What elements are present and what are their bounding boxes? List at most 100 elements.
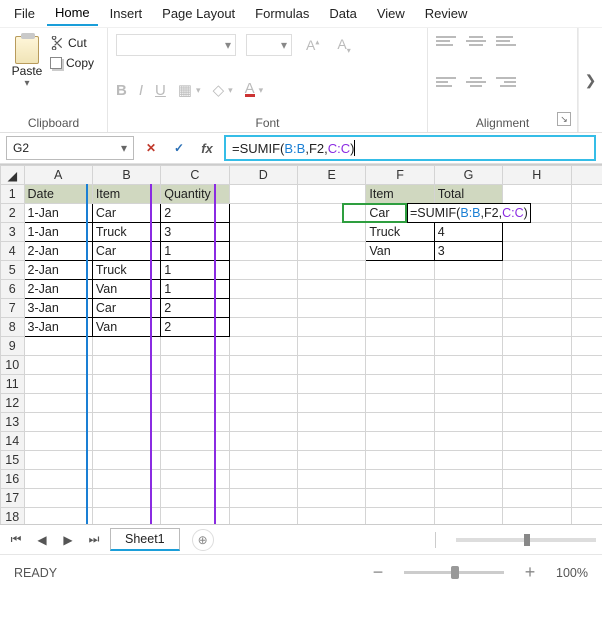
cell[interactable]: [503, 337, 571, 356]
cell[interactable]: 3: [434, 242, 502, 261]
row-header[interactable]: 14: [1, 432, 25, 451]
sheet-nav-first[interactable]: ⏮: [6, 532, 26, 547]
menu-insert[interactable]: Insert: [102, 2, 151, 25]
cell[interactable]: [571, 280, 602, 299]
cell[interactable]: [229, 394, 297, 413]
cell[interactable]: [503, 508, 571, 525]
cell[interactable]: [229, 280, 297, 299]
zoom-thumb[interactable]: [451, 566, 459, 579]
cell[interactable]: 3-Jan: [24, 318, 92, 337]
cell[interactable]: 2: [161, 204, 229, 223]
cell[interactable]: [503, 185, 571, 204]
cell[interactable]: [24, 356, 92, 375]
cell[interactable]: [298, 489, 366, 508]
row-header[interactable]: 3: [1, 223, 25, 242]
cell[interactable]: [503, 261, 571, 280]
cell[interactable]: [434, 375, 502, 394]
cell[interactable]: [366, 451, 434, 470]
cell[interactable]: [298, 242, 366, 261]
row-header[interactable]: 15: [1, 451, 25, 470]
cell[interactable]: [298, 432, 366, 451]
cell[interactable]: Item: [366, 185, 434, 204]
cell[interactable]: [92, 356, 160, 375]
cell[interactable]: Quantity: [161, 185, 229, 204]
col-header-H[interactable]: H: [503, 166, 571, 185]
col-header-F[interactable]: F: [366, 166, 434, 185]
cell[interactable]: [434, 280, 502, 299]
cell[interactable]: [571, 470, 602, 489]
cell[interactable]: [229, 451, 297, 470]
cell[interactable]: [434, 318, 502, 337]
cell[interactable]: [503, 470, 571, 489]
name-box[interactable]: G2 ▾: [6, 136, 134, 160]
cell[interactable]: [571, 413, 602, 432]
menu-page-layout[interactable]: Page Layout: [154, 2, 243, 25]
underline-button[interactable]: U: [155, 82, 166, 99]
cell[interactable]: [503, 318, 571, 337]
cell[interactable]: [298, 223, 366, 242]
sheet-tab[interactable]: Sheet1: [110, 528, 180, 551]
cell[interactable]: 2: [161, 318, 229, 337]
cell[interactable]: Truck: [92, 223, 160, 242]
cell[interactable]: [24, 375, 92, 394]
chevron-down-icon[interactable]: ▾: [24, 78, 29, 89]
cell[interactable]: [229, 413, 297, 432]
paste-button[interactable]: Paste ▾: [8, 32, 46, 89]
cancel-button[interactable]: ✕: [140, 137, 162, 159]
align-bottom-button[interactable]: [496, 36, 516, 52]
decrease-font-button[interactable]: A▾: [333, 36, 354, 55]
cell[interactable]: [434, 299, 502, 318]
align-middle-button[interactable]: [466, 36, 486, 52]
cell[interactable]: [229, 299, 297, 318]
cell[interactable]: 2: [161, 299, 229, 318]
row-header[interactable]: 16: [1, 470, 25, 489]
cell[interactable]: [161, 413, 229, 432]
row-header[interactable]: 4: [1, 242, 25, 261]
zoom-in-button[interactable]: +: [522, 562, 538, 583]
cell[interactable]: [571, 261, 602, 280]
cell[interactable]: [366, 261, 434, 280]
cell[interactable]: [503, 356, 571, 375]
col-header-C[interactable]: C: [161, 166, 229, 185]
cell[interactable]: [503, 451, 571, 470]
cell[interactable]: [229, 185, 297, 204]
col-header-B[interactable]: B: [92, 166, 160, 185]
cell[interactable]: [571, 394, 602, 413]
cell[interactable]: [434, 470, 502, 489]
cell[interactable]: [24, 508, 92, 525]
menu-review[interactable]: Review: [417, 2, 476, 25]
row-header[interactable]: 8: [1, 318, 25, 337]
cell[interactable]: [24, 432, 92, 451]
cell[interactable]: 2-Jan: [24, 261, 92, 280]
cell[interactable]: [92, 375, 160, 394]
scroll-thumb[interactable]: [524, 534, 530, 546]
row-header[interactable]: 12: [1, 394, 25, 413]
col-header-D[interactable]: D: [229, 166, 297, 185]
align-top-button[interactable]: [436, 36, 456, 52]
cell[interactable]: Van: [92, 280, 160, 299]
sheet-nav-last[interactable]: ⏭: [84, 532, 104, 547]
dialog-launcher-icon[interactable]: ↘: [557, 112, 571, 126]
cell[interactable]: [229, 242, 297, 261]
cell[interactable]: Item: [92, 185, 160, 204]
bold-button[interactable]: B: [116, 82, 127, 99]
col-header-E[interactable]: E: [298, 166, 366, 185]
cell[interactable]: [298, 318, 366, 337]
cell[interactable]: [298, 299, 366, 318]
cell[interactable]: [24, 337, 92, 356]
cell[interactable]: [298, 280, 366, 299]
cell[interactable]: [161, 394, 229, 413]
cell[interactable]: [92, 470, 160, 489]
cell[interactable]: [298, 185, 366, 204]
cell[interactable]: Car: [92, 204, 160, 223]
fx-button[interactable]: fx: [196, 137, 218, 159]
cell[interactable]: Date: [24, 185, 92, 204]
cell[interactable]: [161, 451, 229, 470]
cell[interactable]: [503, 242, 571, 261]
cell[interactable]: 1: [161, 261, 229, 280]
cell[interactable]: [229, 432, 297, 451]
cell[interactable]: [503, 223, 571, 242]
cell[interactable]: [366, 337, 434, 356]
cell[interactable]: 4: [434, 223, 502, 242]
row-header[interactable]: 9: [1, 337, 25, 356]
